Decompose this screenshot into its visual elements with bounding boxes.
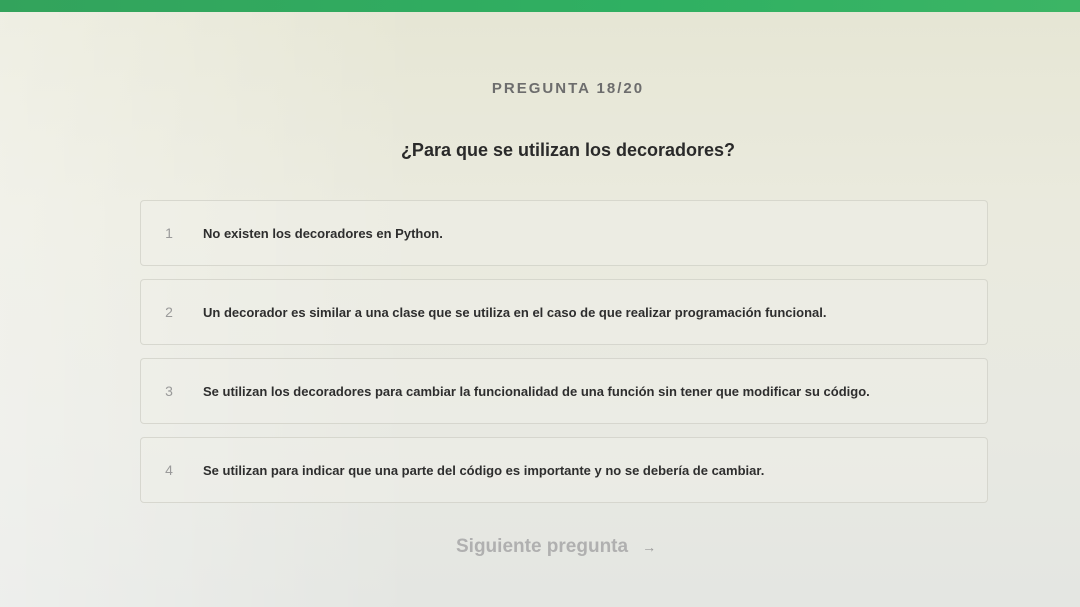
answer-option-1[interactable]: 1 No existen los decoradores en Python. (140, 200, 988, 266)
answer-option-3[interactable]: 3 Se utilizan los decoradores para cambi… (140, 358, 988, 424)
option-number: 4 (165, 462, 173, 478)
option-text: Se utilizan los decoradores para cambiar… (203, 383, 870, 399)
question-counter: PREGUNTA 18/20 (491, 80, 645, 97)
option-number: 1 (165, 225, 173, 241)
option-text: Un decorador es similar a una clase que … (203, 304, 827, 320)
answer-option-4[interactable]: 4 Se utilizan para indicar que una parte… (140, 437, 988, 503)
option-text: Se utilizan para indicar que una parte d… (203, 462, 765, 478)
option-text: No existen los decoradores en Python. (203, 225, 443, 241)
arrow-right-icon: → (642, 539, 657, 555)
answer-option-2[interactable]: 2 Un decorador es similar a una clase qu… (140, 279, 988, 345)
next-question-button[interactable]: Siguiente pregunta → (456, 536, 656, 558)
next-question-label: Siguiente pregunta (456, 536, 629, 557)
option-number: 2 (165, 304, 173, 320)
option-number: 3 (165, 383, 173, 399)
answer-options: 1 No existen los decoradores en Python. … (140, 200, 988, 516)
question-title: ¿Para que se utilizan los decoradores? (400, 140, 736, 160)
progress-bar (0, 0, 1080, 12)
